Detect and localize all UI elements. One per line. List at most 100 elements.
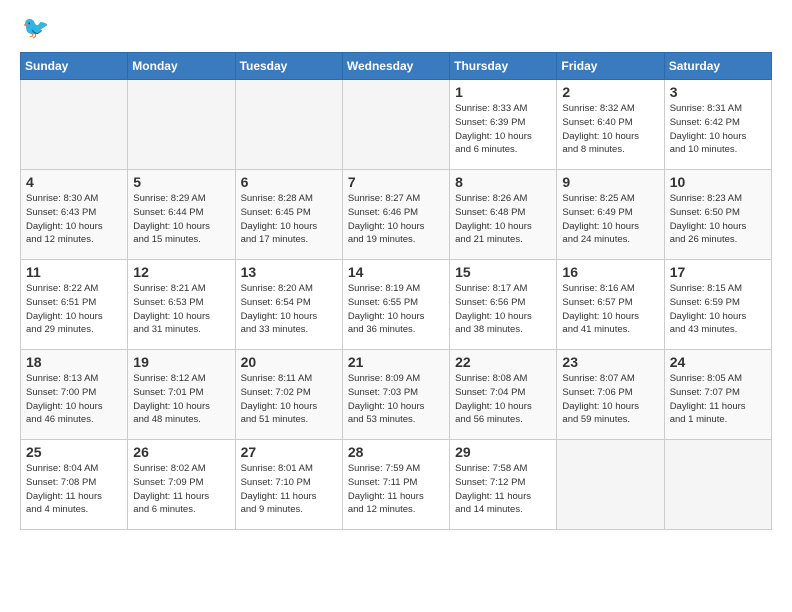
day-number: 1 [455,84,551,100]
calendar-cell: 18 Sunrise: 8:13 AM Sunset: 7:00 PM Dayli… [21,350,128,440]
calendar-cell: 16 Sunrise: 8:16 AM Sunset: 6:57 PM Dayli… [557,260,664,350]
weekday-header-saturday: Saturday [664,53,771,80]
day-number: 15 [455,264,551,280]
calendar-cell: 3Sunrise: 8:31 AM Sunset: 6:42 PM Daylig… [664,80,771,170]
weekday-header-thursday: Thursday [450,53,557,80]
calendar-cell: 10Sunrise: 8:23 AM Sunset: 6:50 PM Dayli… [664,170,771,260]
day-info: Sunrise: 8:25 AM Sunset: 6:49 PM Dayligh… [562,192,658,247]
calendar-cell: 6 Sunrise: 8:28 AM Sunset: 6:45 PM Daylig… [235,170,342,260]
calendar-cell: 5 Sunrise: 8:29 AM Sunset: 6:44 PM Daylig… [128,170,235,260]
calendar-week-row: 4 Sunrise: 8:30 AM Sunset: 6:43 PM Daylig… [21,170,772,260]
day-info: Sunrise: 8:09 AM Sunset: 7:03 PM Dayligh… [348,372,444,427]
weekday-header-wednesday: Wednesday [342,53,449,80]
day-info: Sunrise: 8:02 AM Sunset: 7:09 PM Dayligh… [133,462,229,517]
calendar-cell [235,80,342,170]
day-number: 6 [241,174,337,190]
day-number: 16 [562,264,658,280]
calendar-table: SundayMondayTuesdayWednesdayThursdayFrid… [20,52,772,530]
day-info: Sunrise: 8:01 AM Sunset: 7:10 PM Dayligh… [241,462,337,517]
weekday-header-monday: Monday [128,53,235,80]
day-info: Sunrise: 8:29 AM Sunset: 6:44 PM Dayligh… [133,192,229,247]
calendar-cell: 28 Sunrise: 7:59 AM Sunset: 7:11 PM Dayli… [342,440,449,530]
day-info: Sunrise: 8:26 AM Sunset: 6:48 PM Dayligh… [455,192,551,247]
day-number: 20 [241,354,337,370]
day-number: 12 [133,264,229,280]
day-number: 24 [670,354,766,370]
calendar-cell: 29 Sunrise: 7:58 AM Sunset: 7:12 PM Dayli… [450,440,557,530]
day-number: 17 [670,264,766,280]
day-number: 5 [133,174,229,190]
calendar-cell [21,80,128,170]
calendar-cell: 21 Sunrise: 8:09 AM Sunset: 7:03 PM Dayli… [342,350,449,440]
day-number: 18 [26,354,122,370]
day-number: 21 [348,354,444,370]
calendar-cell: 26 Sunrise: 8:02 AM Sunset: 7:09 PM Dayli… [128,440,235,530]
day-number: 25 [26,444,122,460]
calendar-cell: 17 Sunrise: 8:15 AM Sunset: 6:59 PM Dayli… [664,260,771,350]
calendar-week-row: 11Sunrise: 8:22 AM Sunset: 6:51 PM Dayli… [21,260,772,350]
calendar-cell: 22Sunrise: 8:08 AM Sunset: 7:04 PM Dayli… [450,350,557,440]
day-info: Sunrise: 8:11 AM Sunset: 7:02 PM Dayligh… [241,372,337,427]
calendar-cell: 23 Sunrise: 8:07 AM Sunset: 7:06 PM Dayli… [557,350,664,440]
calendar-week-row: 1 Sunrise: 8:33 AM Sunset: 6:39 PM Daylig… [21,80,772,170]
day-number: 29 [455,444,551,460]
day-info: Sunrise: 8:16 AM Sunset: 6:57 PM Dayligh… [562,282,658,337]
day-info: Sunrise: 8:33 AM Sunset: 6:39 PM Dayligh… [455,102,551,157]
weekday-header-sunday: Sunday [21,53,128,80]
day-info: Sunrise: 8:22 AM Sunset: 6:51 PM Dayligh… [26,282,122,337]
logo-bird-icon: 🐦 [22,16,49,40]
day-number: 26 [133,444,229,460]
day-info: Sunrise: 8:19 AM Sunset: 6:55 PM Dayligh… [348,282,444,337]
day-number: 8 [455,174,551,190]
calendar-cell: 4 Sunrise: 8:30 AM Sunset: 6:43 PM Daylig… [21,170,128,260]
day-number: 23 [562,354,658,370]
day-info: Sunrise: 8:08 AM Sunset: 7:04 PM Dayligh… [455,372,551,427]
calendar-cell: 27 Sunrise: 8:01 AM Sunset: 7:10 PM Dayli… [235,440,342,530]
day-info: Sunrise: 8:15 AM Sunset: 6:59 PM Dayligh… [670,282,766,337]
calendar-cell: 1 Sunrise: 8:33 AM Sunset: 6:39 PM Daylig… [450,80,557,170]
calendar-week-row: 25Sunrise: 8:04 AM Sunset: 7:08 PM Dayli… [21,440,772,530]
day-info: Sunrise: 8:17 AM Sunset: 6:56 PM Dayligh… [455,282,551,337]
day-info: Sunrise: 8:12 AM Sunset: 7:01 PM Dayligh… [133,372,229,427]
day-info: Sunrise: 8:20 AM Sunset: 6:54 PM Dayligh… [241,282,337,337]
calendar-cell: 15 Sunrise: 8:17 AM Sunset: 6:56 PM Dayli… [450,260,557,350]
page-header: 🐦 [20,16,772,40]
day-info: Sunrise: 8:27 AM Sunset: 6:46 PM Dayligh… [348,192,444,247]
day-number: 10 [670,174,766,190]
weekday-header-row: SundayMondayTuesdayWednesdayThursdayFrid… [21,53,772,80]
calendar-cell [557,440,664,530]
calendar-cell: 13 Sunrise: 8:20 AM Sunset: 6:54 PM Dayli… [235,260,342,350]
calendar-cell [128,80,235,170]
day-info: Sunrise: 8:28 AM Sunset: 6:45 PM Dayligh… [241,192,337,247]
calendar-cell: 19 Sunrise: 8:12 AM Sunset: 7:01 PM Dayli… [128,350,235,440]
calendar-cell: 11Sunrise: 8:22 AM Sunset: 6:51 PM Dayli… [21,260,128,350]
day-info: Sunrise: 7:59 AM Sunset: 7:11 PM Dayligh… [348,462,444,517]
day-info: Sunrise: 8:32 AM Sunset: 6:40 PM Dayligh… [562,102,658,157]
calendar-cell: 7 Sunrise: 8:27 AM Sunset: 6:46 PM Daylig… [342,170,449,260]
app-logo: 🐦 [20,16,49,40]
day-number: 28 [348,444,444,460]
day-number: 27 [241,444,337,460]
day-number: 19 [133,354,229,370]
day-info: Sunrise: 8:13 AM Sunset: 7:00 PM Dayligh… [26,372,122,427]
day-info: Sunrise: 7:58 AM Sunset: 7:12 PM Dayligh… [455,462,551,517]
weekday-header-friday: Friday [557,53,664,80]
calendar-cell: 14 Sunrise: 8:19 AM Sunset: 6:55 PM Dayli… [342,260,449,350]
calendar-cell: 9 Sunrise: 8:25 AM Sunset: 6:49 PM Daylig… [557,170,664,260]
day-number: 4 [26,174,122,190]
day-info: Sunrise: 8:21 AM Sunset: 6:53 PM Dayligh… [133,282,229,337]
weekday-header-tuesday: Tuesday [235,53,342,80]
calendar-cell: 8 Sunrise: 8:26 AM Sunset: 6:48 PM Daylig… [450,170,557,260]
day-number: 14 [348,264,444,280]
day-number: 7 [348,174,444,190]
day-number: 9 [562,174,658,190]
calendar-cell: 12 Sunrise: 8:21 AM Sunset: 6:53 PM Dayli… [128,260,235,350]
day-info: Sunrise: 8:07 AM Sunset: 7:06 PM Dayligh… [562,372,658,427]
day-info: Sunrise: 8:31 AM Sunset: 6:42 PM Dayligh… [670,102,766,157]
day-number: 2 [562,84,658,100]
day-info: Sunrise: 8:30 AM Sunset: 6:43 PM Dayligh… [26,192,122,247]
calendar-cell: 20 Sunrise: 8:11 AM Sunset: 7:02 PM Dayli… [235,350,342,440]
day-info: Sunrise: 8:05 AM Sunset: 7:07 PM Dayligh… [670,372,766,427]
calendar-cell: 24 Sunrise: 8:05 AM Sunset: 7:07 PM Dayli… [664,350,771,440]
day-number: 13 [241,264,337,280]
